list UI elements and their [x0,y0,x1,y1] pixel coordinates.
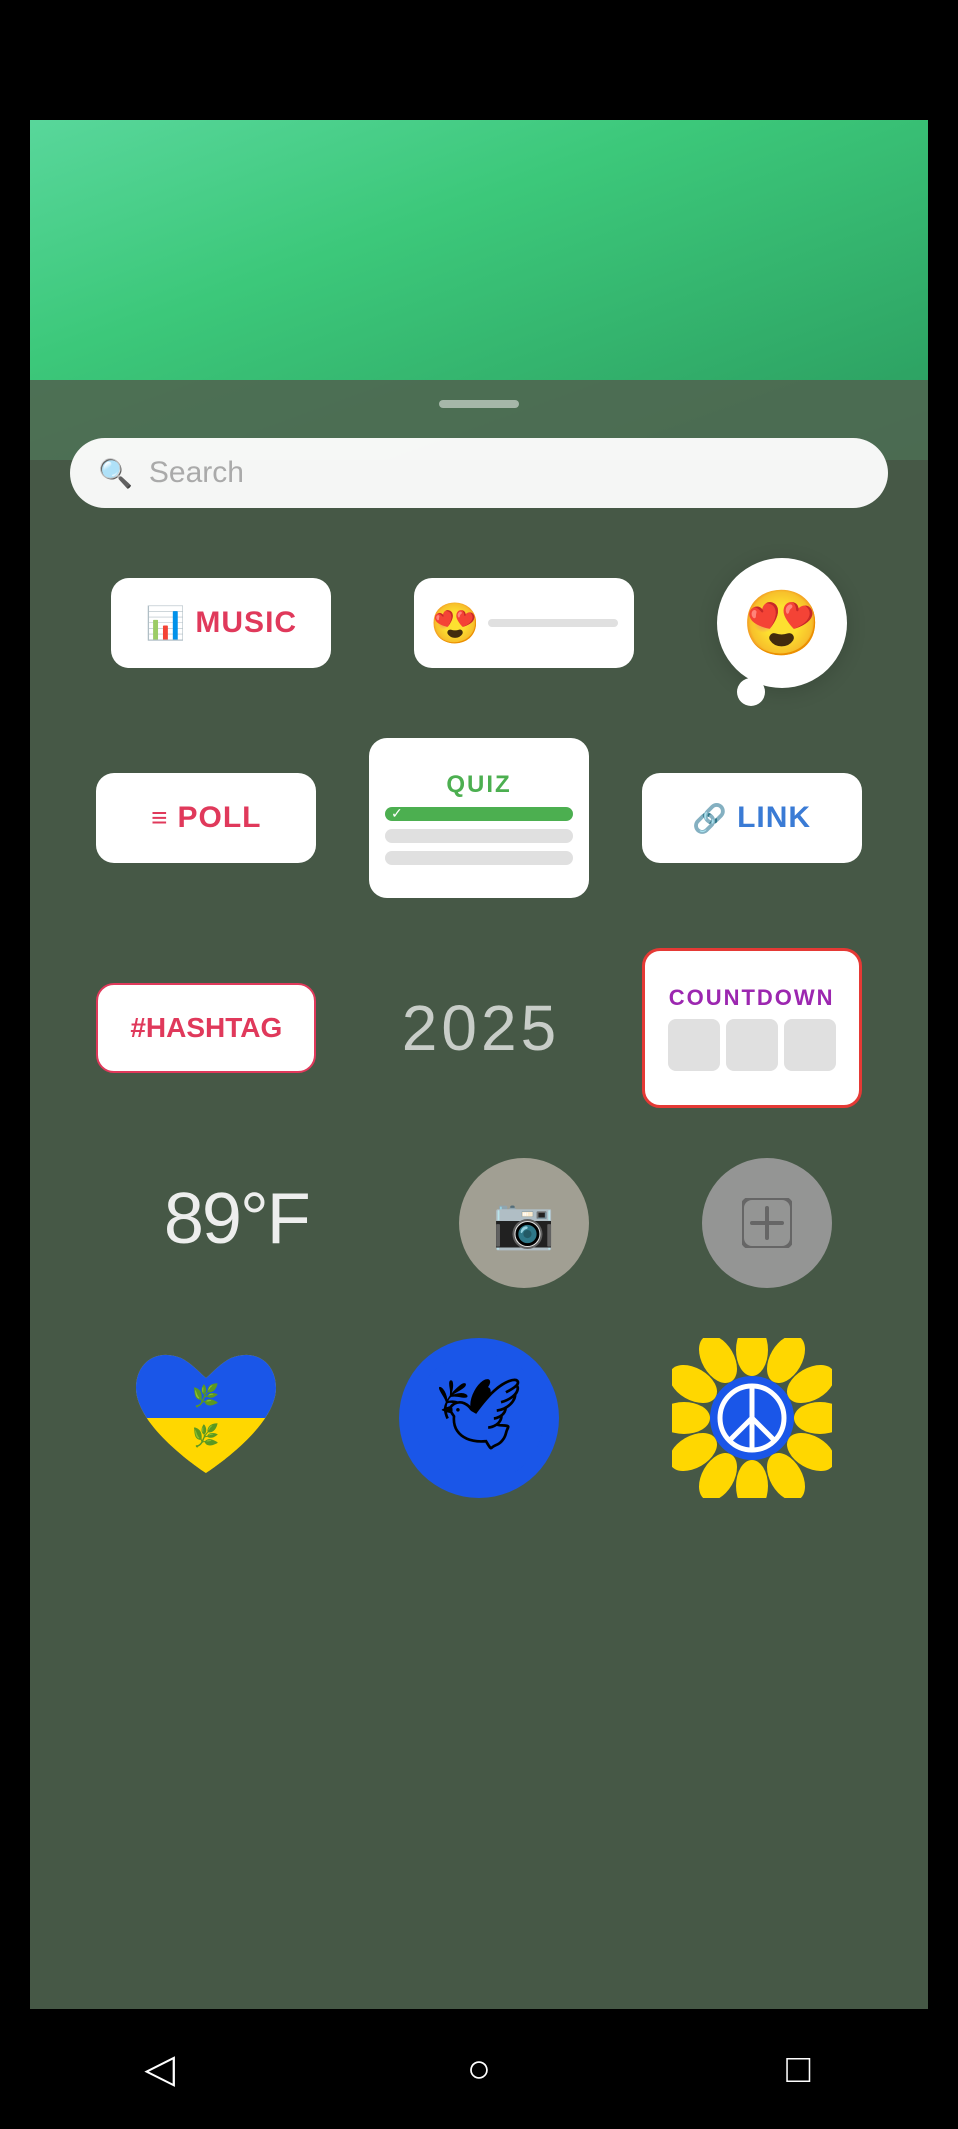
quiz-label: QUIZ [446,771,511,799]
countdown-box-3 [784,1019,836,1071]
sticker-row-1: 📊 MUSIC 😍 😍 [70,558,888,688]
countdown-sticker[interactable]: COUNTDOWN [642,948,862,1108]
quiz-sticker[interactable]: QUIZ [369,738,589,898]
recent-nav-button[interactable]: □ [763,2034,833,2104]
quiz-bar-filled [385,807,573,821]
svg-text:🌿: 🌿 [193,1383,220,1408]
search-placeholder: Search [149,456,244,490]
hashtag-label: #HASHTAG [130,1012,282,1044]
countdown-box-1 [668,1019,720,1071]
hashtag-sticker[interactable]: #HASHTAG [96,983,316,1073]
link-sticker[interactable]: 🔗 LINK [642,773,862,863]
quiz-bar-empty-2 [385,851,573,865]
year-digit-0: 0 [441,991,477,1065]
bottom-nav: ◁ ○ □ [0,2009,958,2129]
sticker-panel: 🔍 Search 📊 MUSIC 😍 😍 ≡ POLL QUIZ [30,380,928,2049]
peace-dove-sticker[interactable]: 🕊 [399,1338,559,1498]
year-digit-2: 2 [402,991,438,1065]
countdown-label: COUNTDOWN [669,985,835,1011]
sunflower-peace-sticker[interactable] [672,1338,832,1498]
ukraine-heart-sticker[interactable]: 🌿 🌿 [126,1338,286,1498]
year-digit-2b: 2 [481,991,517,1065]
sticker-row-2: ≡ POLL QUIZ 🔗 LINK [70,738,888,898]
svg-text:🌿: 🌿 [193,1423,220,1448]
music-sticker[interactable]: 📊 MUSIC [111,578,331,668]
emoji-bubble-sticker[interactable]: 😍 [717,558,847,688]
home-icon: ○ [467,2047,491,2092]
poll-label: POLL [178,801,262,835]
slider-track [488,619,618,627]
poll-sticker[interactable]: ≡ POLL [96,773,316,863]
bottom-sticker-row: 🌿 🌿 🕊 [70,1338,888,1498]
svg-text:🕊: 🕊 [435,1375,524,1453]
link-label: LINK [737,801,811,835]
add-sticker-button[interactable] [702,1158,832,1288]
countdown-boxes [668,1019,836,1071]
add-icon [742,1198,792,1248]
slider-emoji: 😍 [430,600,480,647]
emoji-slider-sticker[interactable]: 😍 [414,578,634,668]
year-digit-5: 5 [521,991,557,1065]
year-sticker[interactable]: 2 0 2 5 [369,983,589,1073]
back-nav-button[interactable]: ◁ [125,2034,195,2104]
link-icon: 🔗 [692,802,727,835]
recent-icon: □ [786,2047,810,2092]
poll-icon: ≡ [151,802,167,834]
home-nav-button[interactable]: ○ [444,2034,514,2104]
sticker-row-4: 89°F 📷 [70,1158,888,1288]
camera-button[interactable]: 📷 [459,1158,589,1288]
sticker-row-3: #HASHTAG 2 0 2 5 COUNTDOWN [70,948,888,1108]
weather-sticker[interactable]: 89°F [126,1178,346,1268]
music-label: MUSIC [195,606,297,640]
top-status-bar [0,0,958,120]
quiz-bar-empty-1 [385,829,573,843]
camera-icon: 📷 [493,1194,555,1253]
search-bar[interactable]: 🔍 Search [70,438,888,508]
back-icon: ◁ [144,2046,175,2092]
pull-handle[interactable] [439,400,519,408]
temperature-label: 89°F [164,1178,309,1260]
music-bars-icon: 📊 [146,604,186,642]
countdown-box-2 [726,1019,778,1071]
search-icon: 🔍 [98,457,133,490]
bubble-emoji: 😍 [742,586,822,661]
